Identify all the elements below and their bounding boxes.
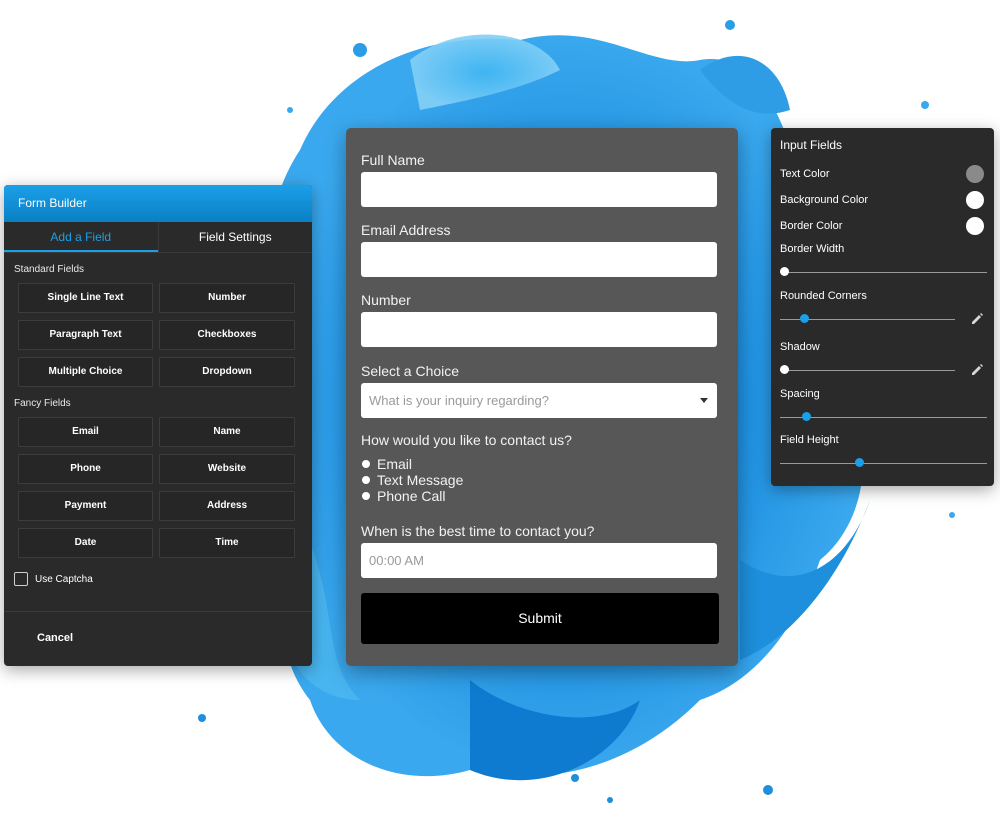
pencil-icon[interactable] [970,363,984,377]
best-time-question: When is the best time to contact you? [361,523,595,539]
inquiry-select-placeholder: What is your inquiry regarding? [369,393,549,408]
time-placeholder: 00:00 AM [369,553,424,568]
border-color-label: Border Color [780,220,843,232]
time-input[interactable]: 00:00 AM [361,543,717,578]
radio-option-label: Text Message [377,472,464,488]
radio-button[interactable] [362,492,370,500]
date-button[interactable]: Date [18,528,153,558]
email-address-label: Email Address [361,222,451,238]
captcha-option[interactable]: Use Captcha [4,558,312,586]
shadow-label: Shadow [780,341,820,353]
standard-fields-grid: Single Line Text Number Paragraph Text C… [4,283,312,387]
form-preview: Full Name Email Address Number Select a … [346,128,738,666]
captcha-checkbox[interactable] [14,572,28,586]
submit-button[interactable]: Submit [361,593,719,644]
radio-option-label: Phone Call [377,488,446,504]
multiple-choice-button[interactable]: Multiple Choice [18,357,153,387]
radio-option-text-message[interactable]: Text Message [362,472,463,488]
input-fields-panel: Input Fields Text Color Background Color… [771,128,994,486]
spacing-slider-knob[interactable] [801,412,811,421]
fancy-fields-heading: Fancy Fields [14,398,71,409]
captcha-label: Use Captcha [35,573,93,585]
name-button[interactable]: Name [159,417,295,447]
rounded-corners-label: Rounded Corners [780,290,867,302]
chevron-down-icon [700,398,708,403]
shadow-slider-knob[interactable] [780,365,789,374]
payment-button[interactable]: Payment [18,491,153,521]
contact-method-question: How would you like to contact us? [361,432,572,448]
rounded-corners-slider[interactable] [780,314,955,323]
tab-field-settings[interactable]: Field Settings [157,222,313,252]
radio-option-label: Email [377,456,413,472]
number-button[interactable]: Number [159,283,295,313]
single-line-text-button[interactable]: Single Line Text [18,283,153,313]
website-button[interactable]: Website [159,454,295,484]
rounded-corners-slider-knob[interactable] [799,314,809,323]
number-label: Number [361,292,411,308]
spacing-slider[interactable] [780,412,987,421]
phone-button[interactable]: Phone [18,454,153,484]
border-width-slider[interactable] [780,267,987,276]
fancy-fields-grid: Email Name Phone Website Payment Address… [4,417,312,558]
inquiry-select[interactable]: What is your inquiry regarding? [361,383,717,418]
text-color-swatch[interactable] [966,165,984,183]
form-builder-tabs: Add a Field Field Settings [4,222,312,253]
time-button[interactable]: Time [159,528,295,558]
full-name-label: Full Name [361,152,425,168]
form-builder-title: Form Builder [4,185,312,222]
full-name-input[interactable] [361,172,717,207]
field-height-slider[interactable] [780,458,987,467]
cancel-button[interactable]: Cancel [37,632,73,644]
standard-fields-heading: Standard Fields [14,264,85,275]
input-fields-title: Input Fields [780,138,843,152]
email-button[interactable]: Email [18,417,153,447]
border-width-label: Border Width [780,243,845,255]
paragraph-text-button[interactable]: Paragraph Text [18,320,153,350]
spacing-label: Spacing [780,388,820,400]
select-choice-label: Select a Choice [361,363,460,379]
radio-button[interactable] [362,476,370,484]
radio-button[interactable] [362,460,370,468]
radio-option-phone-call[interactable]: Phone Call [362,488,446,504]
field-height-label: Field Height [780,434,839,446]
form-builder-panel: Form Builder Add a Field Field Settings … [4,185,312,666]
radio-option-email[interactable]: Email [362,456,412,472]
shadow-slider[interactable] [780,365,955,374]
background-color-swatch[interactable] [966,191,984,209]
dropdown-button[interactable]: Dropdown [159,357,295,387]
pencil-icon[interactable] [970,312,984,326]
field-height-slider-knob[interactable] [855,458,865,467]
text-color-label: Text Color [780,168,830,180]
address-button[interactable]: Address [159,491,295,521]
number-input[interactable] [361,312,717,347]
tab-add-a-field[interactable]: Add a Field [4,222,158,252]
background-color-label: Background Color [780,194,869,206]
form-builder-footer: Cancel [4,611,312,666]
border-width-slider-knob[interactable] [780,267,789,276]
email-address-input[interactable] [361,242,717,277]
checkboxes-button[interactable]: Checkboxes [159,320,295,350]
border-color-swatch[interactable] [966,217,984,235]
